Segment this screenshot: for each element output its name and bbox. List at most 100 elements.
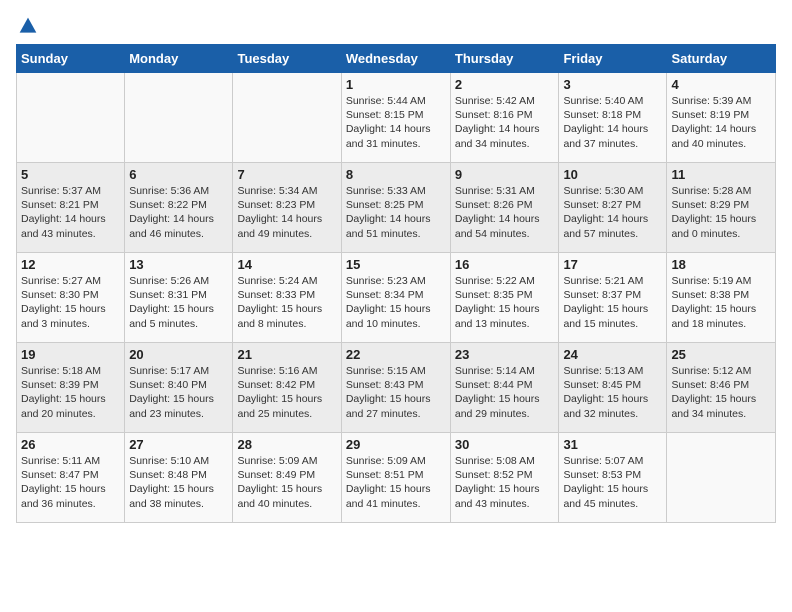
- calendar-cell: 19 Sunrise: 5:18 AM Sunset: 8:39 PM Dayli…: [17, 343, 125, 433]
- day-number: 9: [455, 167, 555, 182]
- day-number: 1: [346, 77, 446, 92]
- day-info: Sunrise: 5:11 AM Sunset: 8:47 PM Dayligh…: [21, 454, 120, 511]
- day-info: Sunrise: 5:14 AM Sunset: 8:44 PM Dayligh…: [455, 364, 555, 421]
- week-row-2: 5Sunrise: 5:37 AM Sunset: 8:21 PM Daylig…: [17, 163, 776, 253]
- calendar-cell: 20 Sunrise: 5:17 AM Sunset: 8:40 PM Dayli…: [125, 343, 233, 433]
- day-number: 24: [563, 347, 662, 362]
- calendar-cell: [667, 433, 776, 523]
- calendar-body: 1 Sunrise: 5:44 AM Sunset: 8:15 PM Daylig…: [17, 73, 776, 523]
- day-info: Sunrise: 5:22 AM Sunset: 8:35 PM Dayligh…: [455, 274, 555, 331]
- day-info: Sunrise: 5:08 AM Sunset: 8:52 PM Dayligh…: [455, 454, 555, 511]
- weekday-header-row: SundayMondayTuesdayWednesdayThursdayFrid…: [17, 45, 776, 73]
- day-info: Sunrise: 5:13 AM Sunset: 8:45 PM Dayligh…: [563, 364, 662, 421]
- week-row-5: 26 Sunrise: 5:11 AM Sunset: 8:47 PM Dayli…: [17, 433, 776, 523]
- day-info: Sunrise: 5:19 AM Sunset: 8:38 PM Dayligh…: [671, 274, 771, 331]
- calendar-cell: 24 Sunrise: 5:13 AM Sunset: 8:45 PM Dayli…: [559, 343, 667, 433]
- calendar-cell: 27 Sunrise: 5:10 AM Sunset: 8:48 PM Dayli…: [125, 433, 233, 523]
- calendar-cell: 25 Sunrise: 5:12 AM Sunset: 8:46 PM Dayli…: [667, 343, 776, 433]
- week-row-1: 1 Sunrise: 5:44 AM Sunset: 8:15 PM Daylig…: [17, 73, 776, 163]
- calendar-cell: 18 Sunrise: 5:19 AM Sunset: 8:38 PM Dayli…: [667, 253, 776, 343]
- day-info: Sunrise: 5:12 AM Sunset: 8:46 PM Dayligh…: [671, 364, 771, 421]
- day-number: 11: [671, 167, 771, 182]
- weekday-thursday: Thursday: [450, 45, 559, 73]
- calendar-cell: 31Sunrise: 5:07 AM Sunset: 8:53 PM Dayli…: [559, 433, 667, 523]
- day-number: 27: [129, 437, 228, 452]
- day-number: 25: [671, 347, 771, 362]
- day-info: Sunrise: 5:42 AM Sunset: 8:16 PM Dayligh…: [455, 94, 555, 151]
- day-number: 5: [21, 167, 120, 182]
- calendar-cell: 26 Sunrise: 5:11 AM Sunset: 8:47 PM Dayli…: [17, 433, 125, 523]
- day-info: Sunrise: 5:30 AM Sunset: 8:27 PM Dayligh…: [563, 184, 662, 241]
- day-number: 7: [237, 167, 336, 182]
- day-info: Sunrise: 5:10 AM Sunset: 8:48 PM Dayligh…: [129, 454, 228, 511]
- day-number: 22: [346, 347, 446, 362]
- calendar-cell: 17Sunrise: 5:21 AM Sunset: 8:37 PM Dayli…: [559, 253, 667, 343]
- day-number: 21: [237, 347, 336, 362]
- day-info: Sunrise: 5:17 AM Sunset: 8:40 PM Dayligh…: [129, 364, 228, 421]
- day-info: Sunrise: 5:16 AM Sunset: 8:42 PM Dayligh…: [237, 364, 336, 421]
- calendar-cell: [125, 73, 233, 163]
- day-number: 17: [563, 257, 662, 272]
- calendar-cell: 30Sunrise: 5:08 AM Sunset: 8:52 PM Dayli…: [450, 433, 559, 523]
- day-number: 10: [563, 167, 662, 182]
- weekday-wednesday: Wednesday: [341, 45, 450, 73]
- day-number: 20: [129, 347, 228, 362]
- week-row-4: 19 Sunrise: 5:18 AM Sunset: 8:39 PM Dayli…: [17, 343, 776, 433]
- calendar-cell: 11Sunrise: 5:28 AM Sunset: 8:29 PM Dayli…: [667, 163, 776, 253]
- day-info: Sunrise: 5:39 AM Sunset: 8:19 PM Dayligh…: [671, 94, 771, 151]
- day-info: Sunrise: 5:40 AM Sunset: 8:18 PM Dayligh…: [563, 94, 662, 151]
- weekday-monday: Monday: [125, 45, 233, 73]
- day-info: Sunrise: 5:15 AM Sunset: 8:43 PM Dayligh…: [346, 364, 446, 421]
- calendar-cell: 9 Sunrise: 5:31 AM Sunset: 8:26 PM Daylig…: [450, 163, 559, 253]
- calendar-cell: 22 Sunrise: 5:15 AM Sunset: 8:43 PM Dayli…: [341, 343, 450, 433]
- day-info: Sunrise: 5:44 AM Sunset: 8:15 PM Dayligh…: [346, 94, 446, 151]
- day-number: 8: [346, 167, 446, 182]
- calendar-cell: 2Sunrise: 5:42 AM Sunset: 8:16 PM Daylig…: [450, 73, 559, 163]
- day-info: Sunrise: 5:09 AM Sunset: 8:51 PM Dayligh…: [346, 454, 446, 511]
- calendar-cell: 3 Sunrise: 5:40 AM Sunset: 8:18 PM Daylig…: [559, 73, 667, 163]
- calendar-cell: 7 Sunrise: 5:34 AM Sunset: 8:23 PM Daylig…: [233, 163, 341, 253]
- calendar-cell: 16 Sunrise: 5:22 AM Sunset: 8:35 PM Dayli…: [450, 253, 559, 343]
- calendar-cell: 4Sunrise: 5:39 AM Sunset: 8:19 PM Daylig…: [667, 73, 776, 163]
- calendar-header: SundayMondayTuesdayWednesdayThursdayFrid…: [17, 45, 776, 73]
- calendar-cell: [233, 73, 341, 163]
- day-number: 14: [237, 257, 336, 272]
- calendar-cell: 10 Sunrise: 5:30 AM Sunset: 8:27 PM Dayli…: [559, 163, 667, 253]
- day-info: Sunrise: 5:09 AM Sunset: 8:49 PM Dayligh…: [237, 454, 336, 511]
- logo-icon: [18, 16, 38, 36]
- day-number: 13: [129, 257, 228, 272]
- day-info: Sunrise: 5:36 AM Sunset: 8:22 PM Dayligh…: [129, 184, 228, 241]
- day-number: 19: [21, 347, 120, 362]
- day-info: Sunrise: 5:18 AM Sunset: 8:39 PM Dayligh…: [21, 364, 120, 421]
- page-header: [16, 16, 776, 36]
- day-number: 26: [21, 437, 120, 452]
- calendar-cell: 21 Sunrise: 5:16 AM Sunset: 8:42 PM Dayli…: [233, 343, 341, 433]
- day-info: Sunrise: 5:27 AM Sunset: 8:30 PM Dayligh…: [21, 274, 120, 331]
- week-row-3: 12Sunrise: 5:27 AM Sunset: 8:30 PM Dayli…: [17, 253, 776, 343]
- day-number: 28: [237, 437, 336, 452]
- calendar-cell: 1 Sunrise: 5:44 AM Sunset: 8:15 PM Daylig…: [341, 73, 450, 163]
- calendar-cell: 12Sunrise: 5:27 AM Sunset: 8:30 PM Dayli…: [17, 253, 125, 343]
- calendar: SundayMondayTuesdayWednesdayThursdayFrid…: [16, 44, 776, 523]
- calendar-cell: [17, 73, 125, 163]
- weekday-saturday: Saturday: [667, 45, 776, 73]
- weekday-sunday: Sunday: [17, 45, 125, 73]
- calendar-cell: 5Sunrise: 5:37 AM Sunset: 8:21 PM Daylig…: [17, 163, 125, 253]
- weekday-tuesday: Tuesday: [233, 45, 341, 73]
- day-info: Sunrise: 5:23 AM Sunset: 8:34 PM Dayligh…: [346, 274, 446, 331]
- day-number: 16: [455, 257, 555, 272]
- day-info: Sunrise: 5:33 AM Sunset: 8:25 PM Dayligh…: [346, 184, 446, 241]
- calendar-cell: 6 Sunrise: 5:36 AM Sunset: 8:22 PM Daylig…: [125, 163, 233, 253]
- calendar-cell: 23 Sunrise: 5:14 AM Sunset: 8:44 PM Dayli…: [450, 343, 559, 433]
- day-info: Sunrise: 5:31 AM Sunset: 8:26 PM Dayligh…: [455, 184, 555, 241]
- day-number: 18: [671, 257, 771, 272]
- day-number: 29: [346, 437, 446, 452]
- day-info: Sunrise: 5:24 AM Sunset: 8:33 PM Dayligh…: [237, 274, 336, 331]
- weekday-friday: Friday: [559, 45, 667, 73]
- day-info: Sunrise: 5:34 AM Sunset: 8:23 PM Dayligh…: [237, 184, 336, 241]
- day-number: 23: [455, 347, 555, 362]
- calendar-cell: 28 Sunrise: 5:09 AM Sunset: 8:49 PM Dayli…: [233, 433, 341, 523]
- day-number: 6: [129, 167, 228, 182]
- calendar-cell: 14 Sunrise: 5:24 AM Sunset: 8:33 PM Dayli…: [233, 253, 341, 343]
- day-number: 3: [563, 77, 662, 92]
